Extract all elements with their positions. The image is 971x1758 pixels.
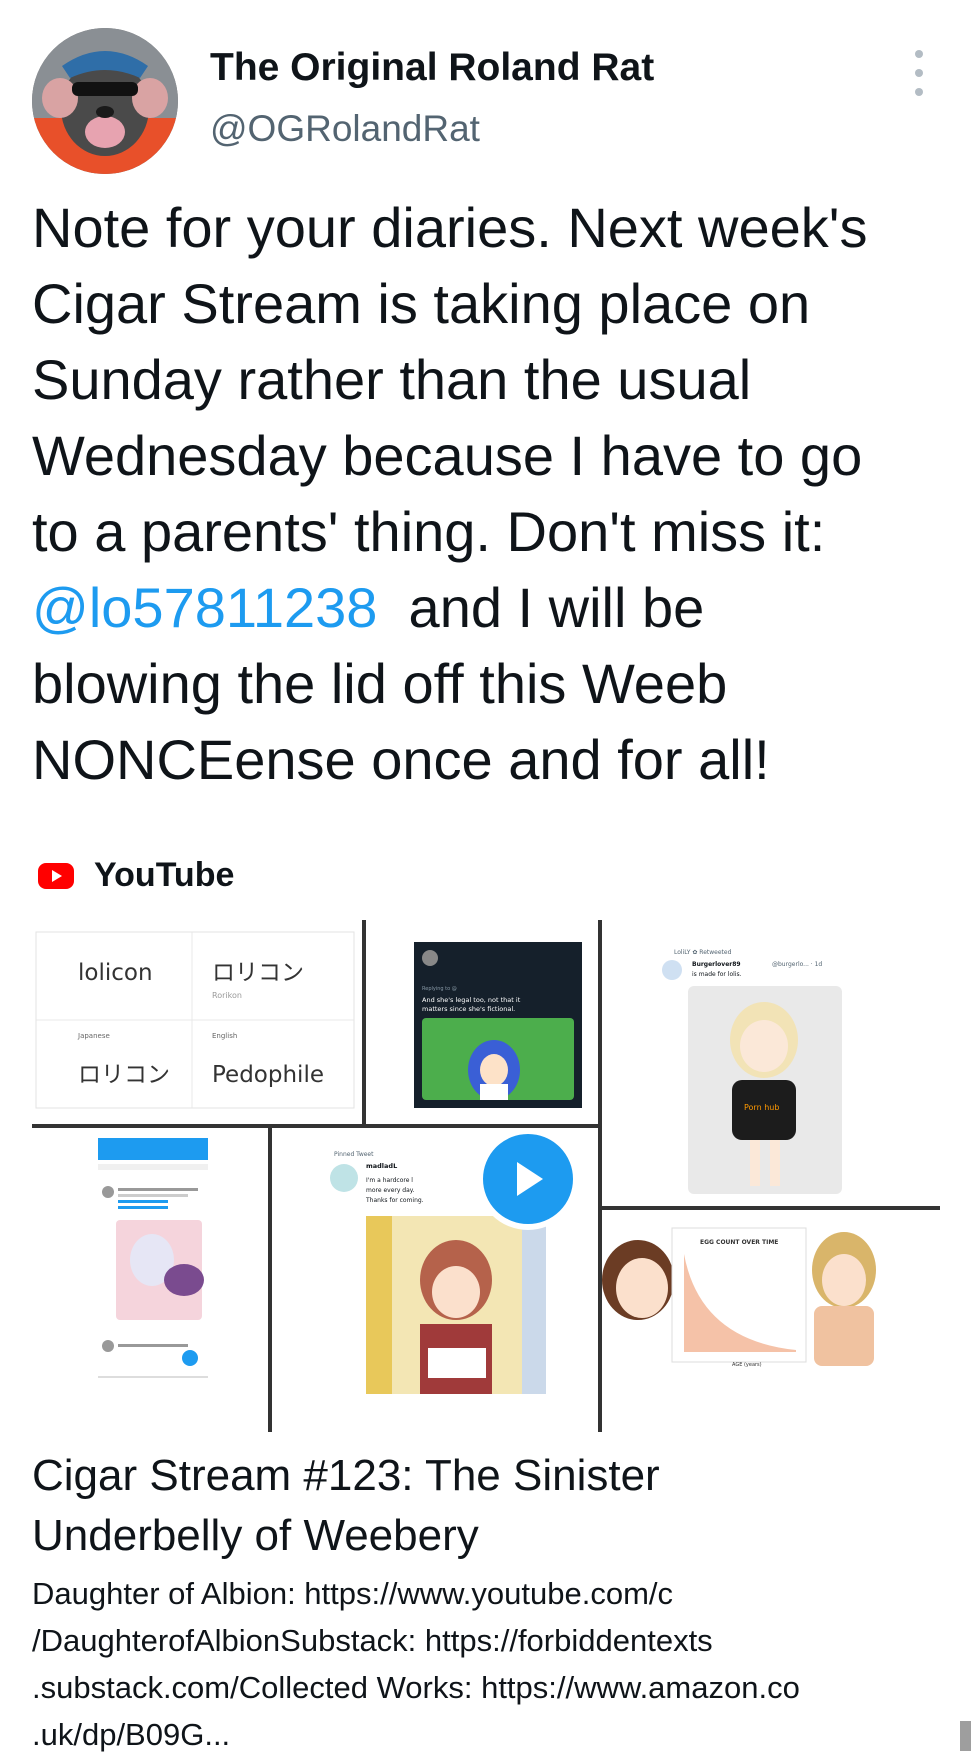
card-title-line: Cigar Stream #123: The Sinister <box>32 1451 660 1500</box>
tweet-line: Cigar Stream is taking place on <box>32 272 811 335</box>
burger-name: Burgerlover89 <box>692 961 741 968</box>
translate-romaji: Rorikon <box>212 991 242 1000</box>
card-description: Daughter of Albion: https://www.youtube.… <box>32 1570 962 1758</box>
chart-title: EGG COUNT OVER TIME <box>700 1239 778 1246</box>
madlad-pinned: Pinned Tweet <box>334 1151 374 1158</box>
play-icon <box>517 1162 543 1196</box>
tweet-line: Note for your diaries. Next week's <box>32 196 868 259</box>
translate-panel: lolicon ロリコン Rorikon Japanese English ロリ… <box>32 920 364 1124</box>
link-source: YouTube <box>38 856 234 895</box>
author-avatar[interactable] <box>32 28 178 174</box>
tweet-line: Wednesday because I have to go <box>32 424 863 487</box>
burger-shirt: Porn hub <box>744 1103 779 1112</box>
tweet-line: Sunday rather than the usual <box>32 348 752 411</box>
more-dot-icon <box>915 88 923 96</box>
chart-xlabel: AGE (years) <box>732 1362 762 1368</box>
phone-panel <box>32 1128 270 1432</box>
translate-to-word: Pedophile <box>212 1062 324 1088</box>
translate-from-lang: Japanese <box>77 1032 110 1040</box>
translate-from-word: ロリコン <box>78 1062 170 1088</box>
translate-term-en: lolicon <box>78 960 153 986</box>
translate-term-jp: ロリコン <box>212 960 304 986</box>
card-desc-line: .substack.com/Collected Works: https://w… <box>32 1670 800 1705</box>
play-button[interactable] <box>477 1128 579 1230</box>
card-desc-line: Daughter of Albion: https://www.youtube.… <box>32 1576 674 1611</box>
tweet-line-rest: and I will be <box>377 576 705 639</box>
madlad-line1: I'm a hardcore l <box>366 1177 413 1184</box>
card-desc-line: /DaughterofAlbionSubstack: https://forbi… <box>32 1623 713 1658</box>
burger-handle: @burgerlo... · 1d <box>772 961 822 968</box>
chart-panel: EGG COUNT OVER TIME AGE (years) <box>602 1210 940 1432</box>
dark-tweet-text2: matters since she's fictional. <box>422 1005 515 1013</box>
youtube-logo-icon <box>38 862 74 889</box>
dark-tweet-text1: And she's legal too, not that it <box>422 996 521 1004</box>
translate-to-lang: English <box>212 1032 237 1040</box>
author-handle[interactable]: @OGRolandRat <box>210 108 480 150</box>
card-title[interactable]: Cigar Stream #123: The Sinister Underbel… <box>32 1446 932 1566</box>
more-options-button[interactable] <box>902 50 936 96</box>
scrollbar-thumb[interactable] <box>960 1721 971 1751</box>
madlad-line2: more every day. <box>366 1187 414 1194</box>
tweet-line: @lo57811238 and I will be <box>32 570 952 646</box>
tweet-line: blowing the lid off this Weeb <box>32 652 728 715</box>
more-dot-icon <box>915 50 923 58</box>
more-dot-icon <box>915 69 923 77</box>
dark-tweet-reply: Replying to @ <box>422 986 457 992</box>
rat-avatar-image <box>32 28 178 174</box>
video-thumbnail[interactable]: lolicon ロリコン Rorikon Japanese English ロリ… <box>32 920 940 1432</box>
madlad-name: madladL <box>366 1162 397 1170</box>
mention-link[interactable]: @lo57811238 <box>32 576 377 639</box>
madlad-line3: Thanks for coming. <box>365 1197 424 1204</box>
burger-retweet: LoliLY ✿ Retweeted <box>674 949 732 956</box>
card-title-line: Underbelly of Weebery <box>32 1511 479 1560</box>
burger-tweet-panel: LoliLY ✿ Retweeted Burgerlover89 @burger… <box>602 920 940 1206</box>
source-label: YouTube <box>94 856 235 894</box>
burger-text: is made for lolis. <box>692 971 742 978</box>
tweet-line: NONCEense once and for all! <box>32 728 770 791</box>
tweet-text: Note for your diaries. Next week's Cigar… <box>32 190 952 798</box>
tweet-line: to a parents' thing. Don't miss it: <box>32 500 826 563</box>
dark-tweet-panel: Replying to @ And she's legal too, not t… <box>366 920 600 1124</box>
author-name[interactable]: The Original Roland Rat <box>210 46 654 90</box>
